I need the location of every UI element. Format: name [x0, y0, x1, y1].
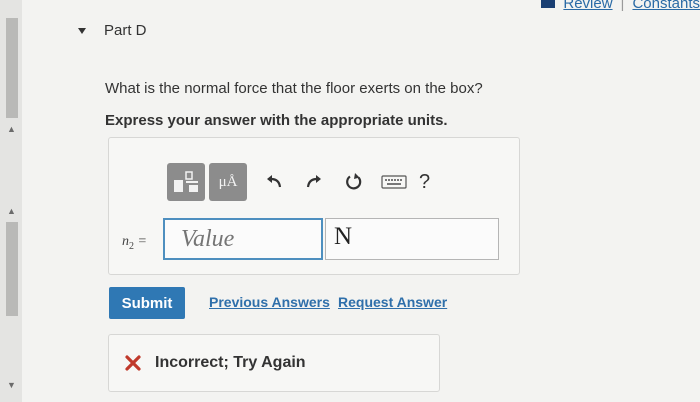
keyboard-icon	[381, 175, 407, 189]
redo-button[interactable]	[297, 165, 331, 199]
math-toolbar: μÅ ?	[167, 162, 430, 202]
constants-link[interactable]: Constants	[632, 0, 700, 12]
incorrect-x-icon	[125, 355, 141, 371]
variable-subscript: 2	[129, 240, 134, 252]
help-icon[interactable]: ?	[419, 171, 430, 194]
redo-icon	[306, 175, 321, 188]
left-scroll-rail[interactable]: ▲ ▲ ▼	[0, 0, 22, 402]
review-link[interactable]: Review	[563, 0, 612, 12]
part-header[interactable]: Part D	[78, 22, 147, 39]
instruction-text: Express your answer with the appropriate…	[105, 112, 448, 129]
top-links: Review | Constants	[541, 0, 700, 12]
unit-input[interactable]: N	[325, 218, 499, 260]
question-text: What is the normal force that the floor …	[105, 80, 483, 97]
units-button[interactable]: μÅ	[209, 163, 247, 201]
undo-icon	[267, 175, 282, 188]
request-answer-link[interactable]: Request Answer	[338, 294, 447, 310]
feedback-text: Incorrect; Try Again	[155, 354, 306, 371]
collapse-triangle-icon[interactable]	[78, 27, 86, 34]
templates-button[interactable]	[167, 163, 205, 201]
submit-button[interactable]: Submit	[109, 287, 185, 319]
scroll-thumb-bottom[interactable]	[6, 222, 18, 316]
variable-name: n	[122, 234, 129, 249]
undo-button[interactable]	[257, 165, 291, 199]
reset-button[interactable]	[337, 165, 371, 199]
reset-icon	[346, 173, 362, 190]
scroll-up-arrow-icon-2[interactable]: ▲	[7, 206, 16, 216]
templates-icon	[174, 171, 198, 192]
previous-answers-link[interactable]: Previous Answers	[209, 294, 330, 310]
part-label: Part D	[104, 22, 147, 39]
scroll-down-arrow-icon[interactable]: ▼	[7, 380, 16, 390]
feedback-box: Incorrect; Try Again	[108, 334, 440, 392]
keyboard-button[interactable]	[377, 165, 411, 199]
units-icon: μÅ	[218, 173, 238, 190]
value-input[interactable]	[163, 218, 323, 260]
variable-label: n2 =	[122, 234, 147, 252]
scroll-thumb-top[interactable]	[6, 18, 18, 118]
link-separator: |	[620, 0, 625, 12]
answer-panel: μÅ ? n2 = Value N	[108, 137, 520, 275]
equals-sign: =	[137, 234, 147, 249]
scroll-up-arrow-icon[interactable]: ▲	[7, 124, 16, 134]
review-flag-icon	[541, 0, 556, 8]
